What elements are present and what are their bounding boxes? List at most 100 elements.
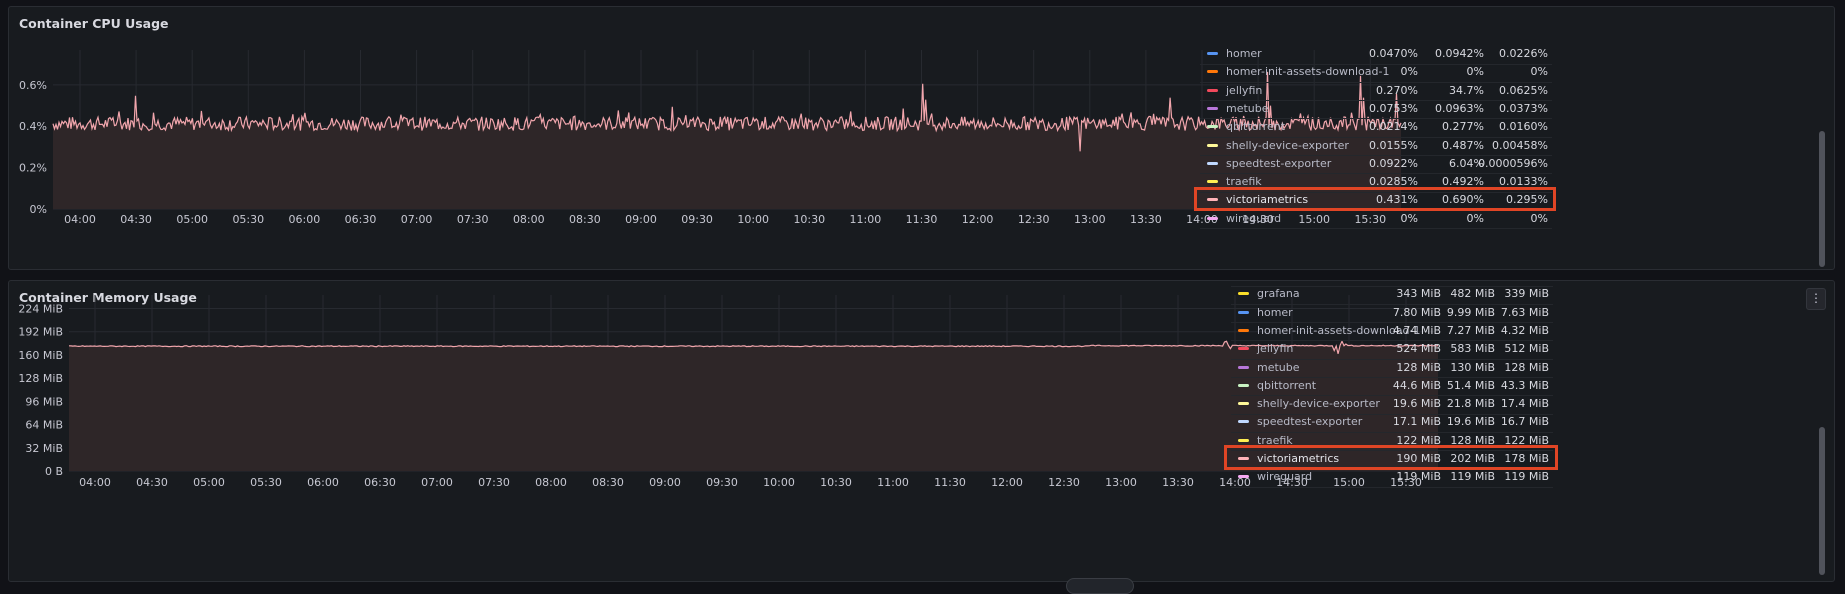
series-color-swatch xyxy=(1238,383,1249,387)
legend-series-name: victoriametrics xyxy=(1226,193,1309,207)
y-tick-label: 0 B xyxy=(45,465,63,478)
legend-value-min: 0.0000596% xyxy=(1478,156,1548,170)
series-color-swatch xyxy=(1207,161,1218,165)
legend-series-name: shelly-device-exporter xyxy=(1257,397,1380,411)
legend-value-max: 0% xyxy=(1466,211,1484,225)
x-tick-label: 09:00 xyxy=(649,476,681,489)
x-tick-label: 07:30 xyxy=(457,213,489,226)
x-tick-label: 11:30 xyxy=(934,476,966,489)
legend-value-min: 0.0226% xyxy=(1499,47,1548,60)
series-color-swatch xyxy=(1238,365,1249,369)
cpu-usage-chart[interactable]: 0% 0.2% 0.4% 0.6% 04:00 04:30 05:00 05:30 06:00 0… xyxy=(9,7,1404,270)
legend-value-min: 2.78 GiB xyxy=(1502,281,1549,282)
y-tick-label: 32 MiB xyxy=(25,442,63,455)
x-tick-label: 04:00 xyxy=(79,476,111,489)
legend-value-mean: 0.0155% xyxy=(1369,138,1418,152)
y-tick-label: 160 MiB xyxy=(18,349,63,362)
series-color-swatch xyxy=(1207,88,1218,92)
legend-value-mean: 0.0753% xyxy=(1369,101,1418,115)
series-color-swatch xyxy=(1238,328,1249,332)
series-color-swatch xyxy=(1207,52,1218,55)
legend-value-max: 0.277% xyxy=(1442,120,1484,134)
x-tick-label: 09:00 xyxy=(625,213,657,226)
legend-item-wireguard[interactable]: wireguard 119 MiB 119 MiB 119 MiB xyxy=(1231,466,1553,488)
x-tick-label: 06:00 xyxy=(307,476,339,489)
y-tick-label: 0.4% xyxy=(19,120,47,133)
y-tick-label: 128 MiB xyxy=(18,372,63,385)
series-color-swatch xyxy=(1238,292,1249,296)
y-tick-label: 224 MiB xyxy=(18,302,63,315)
x-tick-label: 10:30 xyxy=(820,476,852,489)
legend-value-mean: 0% xyxy=(1400,65,1418,79)
legend-value-max: 0.0942% xyxy=(1435,47,1484,60)
legend-series-name: metube xyxy=(1226,101,1269,115)
x-tick-label: 05:00 xyxy=(176,213,208,226)
memory-usage-panel: Container Memory Usage ⋮ 0 B 32 MiB 64 MiB… xyxy=(8,280,1835,582)
x-tick-label: 05:30 xyxy=(232,213,264,226)
legend-value-min: 4.32 MiB xyxy=(1500,323,1549,337)
legend-value-min: 0.0160% xyxy=(1499,120,1548,134)
legend-scrollbar[interactable] xyxy=(1819,427,1825,575)
series-color-swatch xyxy=(1238,402,1249,406)
x-tick-label: 12:00 xyxy=(962,213,994,226)
legend-value-min: 0.0625% xyxy=(1499,83,1548,97)
y-tick-label: 0% xyxy=(30,203,47,216)
legend-value-max: 0.0963% xyxy=(1435,101,1484,115)
legend-value-min: 0% xyxy=(1530,211,1548,225)
legend-value-max: 51.4 MiB xyxy=(1446,378,1495,392)
x-tick-label: 04:30 xyxy=(136,476,168,489)
x-tick-label: 07:00 xyxy=(421,476,453,489)
legend-value-max: 0.690% xyxy=(1442,193,1484,207)
legend-value-min: 7.63 MiB xyxy=(1500,305,1549,319)
x-tick-label: 08:00 xyxy=(513,213,545,226)
legend-value-mean: 4.74 MiB xyxy=(1392,323,1441,337)
legend-value-mean: 0.270% xyxy=(1376,83,1418,97)
y-tick-label: 0.6% xyxy=(19,79,47,92)
legend-value-min: 178 MiB xyxy=(1504,452,1549,465)
legend-series-name: wireguard xyxy=(1226,211,1282,225)
x-tick-label: 05:00 xyxy=(193,476,225,489)
x-tick-label: 12:00 xyxy=(991,476,1023,489)
legend-value-min: 339 MiB xyxy=(1504,287,1549,301)
legend-value-min: 122 MiB xyxy=(1504,433,1549,447)
series-color-swatch xyxy=(1238,310,1249,314)
legend-series-name: homer-init-assets-download-1 xyxy=(1226,65,1390,79)
legend-item-wireguard[interactable]: wireguard 0% 0% 0% xyxy=(1200,208,1552,230)
memory-usage-chart[interactable]: 0 B 32 MiB 64 MiB 96 MiB 128 MiB 160 MiB 192 M… xyxy=(9,281,1441,582)
x-tick-label: 07:00 xyxy=(401,213,433,226)
x-tick-label: 13:00 xyxy=(1074,213,1106,226)
legend-value-mean: 0.0470% xyxy=(1369,47,1418,60)
legend-value-mean: 122 MiB xyxy=(1396,433,1441,447)
legend-value-mean: 119 MiB xyxy=(1396,470,1441,484)
x-tick-label: 10:00 xyxy=(737,213,769,226)
x-tick-label: 12:30 xyxy=(1048,476,1080,489)
x-tick-label: 08:30 xyxy=(592,476,624,489)
x-tick-label: 13:00 xyxy=(1105,476,1137,489)
legend-value-max: 583 MiB xyxy=(1450,342,1495,356)
legend-series-name: traefik xyxy=(1257,433,1293,447)
legend-value-min: 17.4 MiB xyxy=(1500,397,1549,411)
legend-value-min: 0.00458% xyxy=(1492,138,1548,152)
legend-value-mean: 7.80 MiB xyxy=(1392,305,1441,319)
x-tick-label: 11:00 xyxy=(850,213,882,226)
legend-value-max: 482 MiB xyxy=(1450,287,1495,301)
legend-value-mean: 0.431% xyxy=(1376,193,1418,207)
legend-value-min: 0.0373% xyxy=(1499,101,1548,115)
legend-value-max: 202 MiB xyxy=(1450,452,1495,465)
legend-series-name: qbittorrent xyxy=(1226,120,1286,134)
legend-value-min: 128 MiB xyxy=(1504,360,1549,374)
panel-menu-button[interactable]: ⋮ xyxy=(1806,288,1826,310)
legend-value-mean: 128 MiB xyxy=(1396,360,1441,374)
x-tick-label: 10:30 xyxy=(793,213,825,226)
legend-series-name: wireguard xyxy=(1257,470,1313,484)
y-tick-label: 0.2% xyxy=(19,162,47,175)
x-tick-label: 06:30 xyxy=(345,213,377,226)
x-tick-label: 13:30 xyxy=(1130,213,1162,226)
legend-series-name: jellyfin xyxy=(1257,342,1294,356)
legend-series-name: grafana xyxy=(1257,287,1300,301)
legend-series-name: homer xyxy=(1257,305,1293,319)
legend-value-max: 7.27 MiB xyxy=(1446,323,1495,337)
legend-value-min: 119 MiB xyxy=(1504,470,1549,484)
legend-scrollbar[interactable] xyxy=(1819,131,1825,267)
x-tick-label: 12:30 xyxy=(1018,213,1050,226)
